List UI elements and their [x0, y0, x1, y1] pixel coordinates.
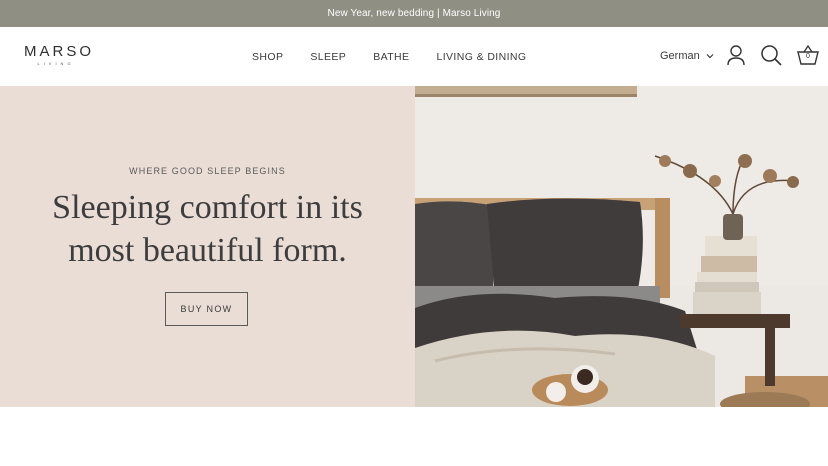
nav-item-shop[interactable]: SHOP — [252, 51, 283, 63]
hero-headline-line1: Sleeping comfort in its — [52, 189, 363, 226]
hero-text-panel: WHERE GOOD SLEEP BEGINS Sleeping comfort… — [0, 86, 415, 407]
hero-eyebrow: WHERE GOOD SLEEP BEGINS — [129, 166, 286, 176]
user-icon[interactable] — [726, 44, 746, 66]
logo-subtext: LIVING — [37, 61, 75, 66]
announcement-text: New Year, new bedding | Marso Living — [327, 8, 501, 19]
hero-image — [415, 86, 828, 407]
basket-icon[interactable]: 0 — [796, 44, 820, 66]
search-icon[interactable] — [760, 44, 782, 66]
nav-item-bathe[interactable]: BATHE — [373, 51, 409, 63]
language-label: German — [660, 50, 700, 62]
hero-headline: Sleeping comfort in its most beautiful f… — [0, 186, 415, 272]
language-selector[interactable]: German — [660, 50, 714, 62]
nav-item-sleep[interactable]: SLEEP — [310, 51, 346, 63]
hero-banner: WHERE GOOD SLEEP BEGINS Sleeping comfort… — [0, 86, 828, 407]
logo-text: MARSO — [24, 43, 95, 60]
chevron-down-icon — [706, 50, 714, 62]
cart-count: 0 — [806, 53, 810, 60]
main-nav: SHOP SLEEP BATHE LIVING & DINING — [252, 27, 553, 86]
buy-now-button[interactable]: BUY NOW — [165, 292, 248, 326]
hero-headline-line2: most beautiful form. — [68, 232, 347, 269]
site-header: MARSO LIVING SHOP SLEEP BATHE LIVING & D… — [0, 27, 828, 86]
logo[interactable]: MARSO LIVING — [24, 43, 95, 66]
nav-item-living-dining[interactable]: LIVING & DINING — [436, 51, 526, 63]
announcement-bar: New Year, new bedding | Marso Living — [0, 0, 828, 27]
bedroom-photo — [415, 86, 828, 407]
